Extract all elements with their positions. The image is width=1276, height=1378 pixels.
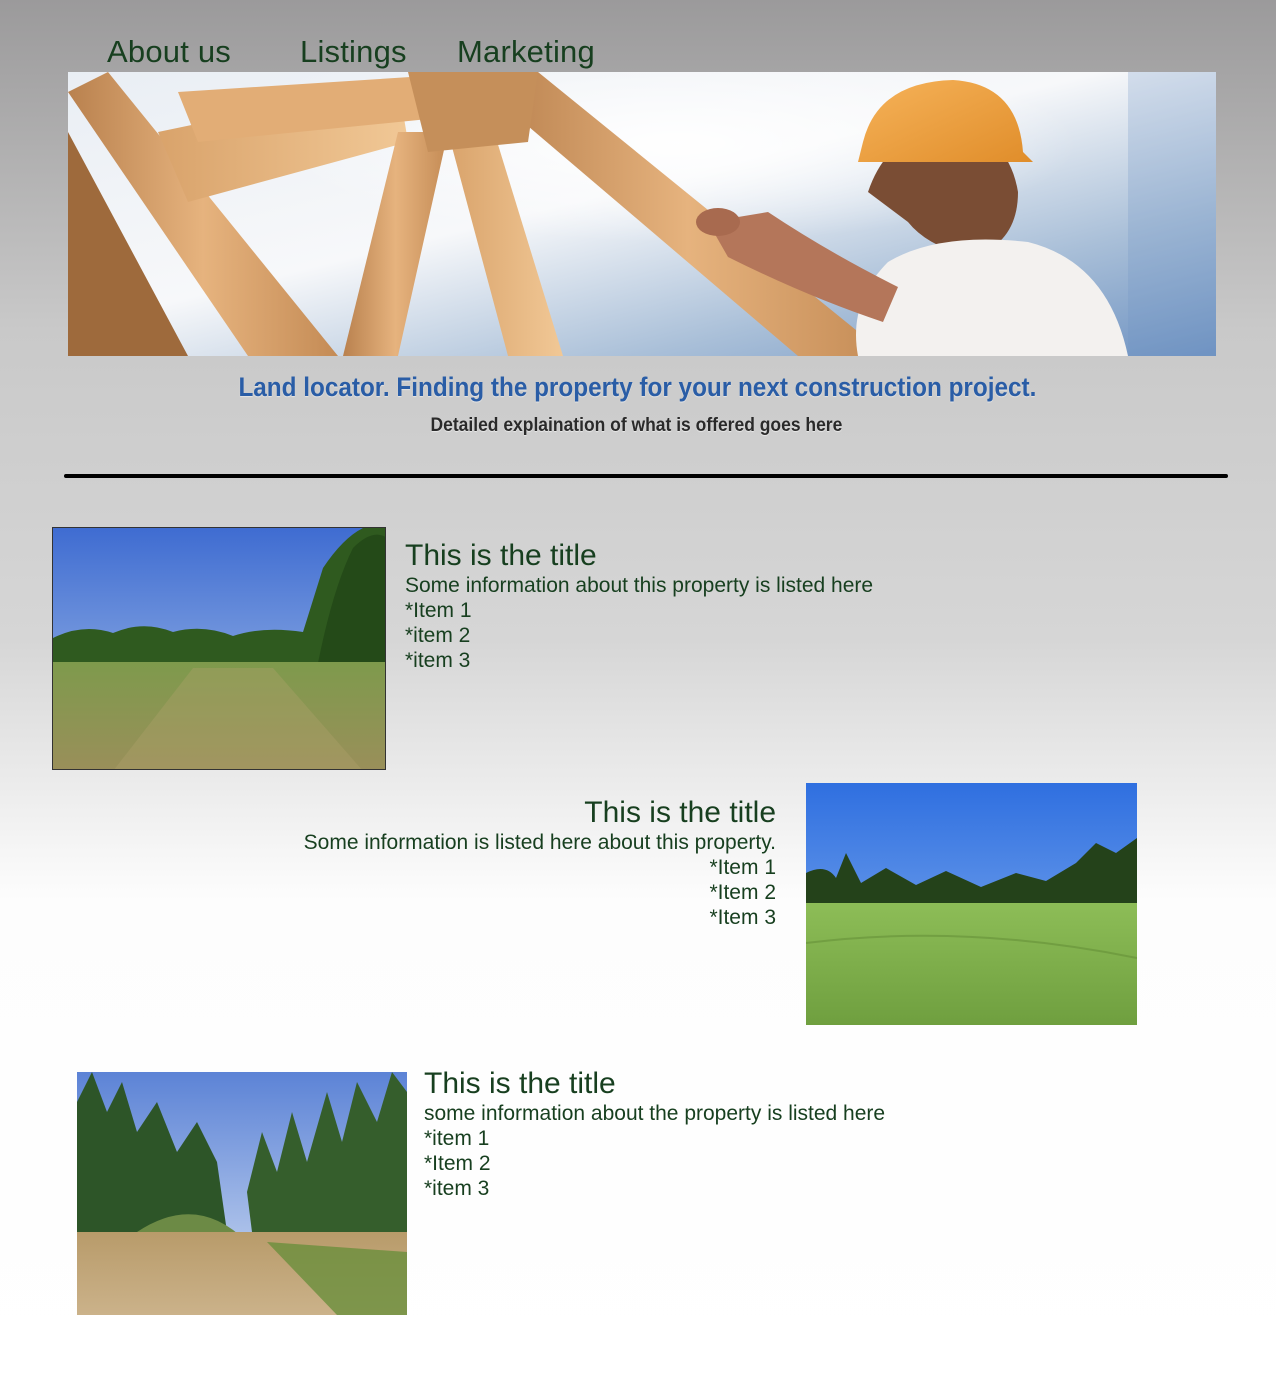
hero-image-construction-worker [68, 72, 1216, 356]
listing-1-title[interactable]: This is the title [405, 541, 1005, 571]
divider [64, 474, 1228, 478]
listing-3-info: This is the title some information about… [424, 1069, 1024, 1201]
nav-link-listings[interactable]: Listings [300, 34, 407, 70]
listing-3-item-1: *item 1 [424, 1127, 490, 1150]
detail-description: Detailed explaination of what is offered… [430, 415, 843, 436]
listing-3-item-2: *Item 2 [424, 1152, 491, 1175]
listing-2-item-3: *Item 3 [709, 906, 776, 929]
listing-1-description: Some information about this property is … [405, 574, 874, 597]
tagline: Land locator. Finding the property for y… [238, 372, 1037, 402]
listing-1-item-2: *item 2 [405, 624, 471, 647]
listing-3-item-3: *item 3 [424, 1177, 490, 1200]
listing-3-description: some information about the property is l… [424, 1102, 886, 1125]
listing-2-info: This is the title Some information is li… [176, 798, 776, 930]
listing-2-item-2: *Item 2 [709, 881, 776, 904]
listing-1-item-3: *item 3 [405, 649, 471, 672]
listing-2-item-1: *Item 1 [709, 856, 776, 879]
nav-link-marketing[interactable]: Marketing [457, 34, 595, 70]
listing-1-info: This is the title Some information about… [405, 541, 1005, 673]
listing-2-description: Some information is listed here about th… [303, 831, 776, 854]
listing-3-image[interactable] [77, 1072, 407, 1315]
listing-2-title[interactable]: This is the title [176, 798, 776, 828]
listing-2-image[interactable] [806, 783, 1137, 1025]
listing-1-image[interactable] [52, 527, 386, 770]
listing-3-title[interactable]: This is the title [424, 1069, 1024, 1099]
listing-1-item-1: *Item 1 [405, 599, 472, 622]
nav-link-about-us[interactable]: About us [107, 34, 231, 70]
